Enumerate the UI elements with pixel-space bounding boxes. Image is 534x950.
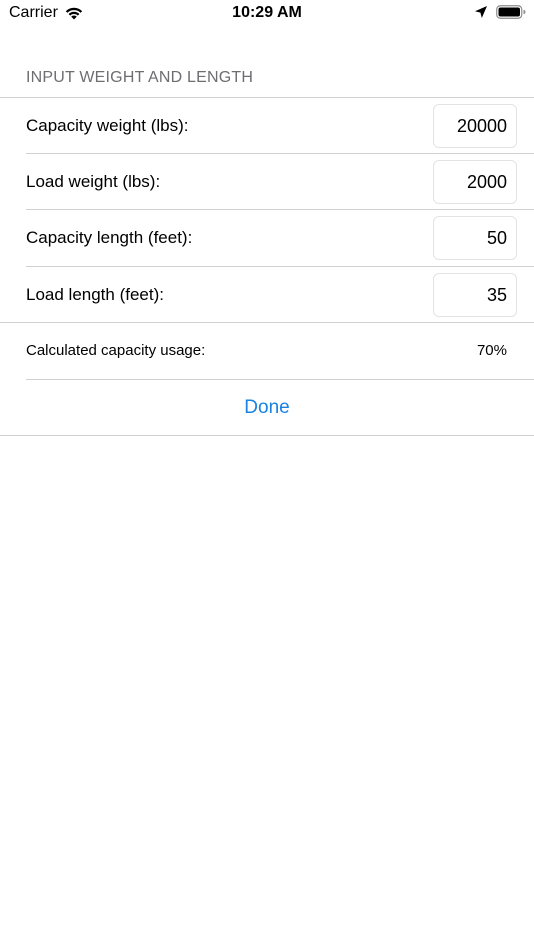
- status-bar: Carrier 10:29 AM: [0, 0, 534, 30]
- status-time: 10:29 AM: [232, 4, 302, 21]
- load-weight-input[interactable]: [433, 160, 517, 204]
- load-length-label: Load length (feet):: [26, 285, 164, 304]
- capacity-length-input[interactable]: [433, 216, 517, 260]
- capacity-usage-label: Calculated capacity usage:: [26, 342, 206, 359]
- load-length-input[interactable]: [433, 273, 517, 317]
- load-weight-label: Load weight (lbs):: [26, 172, 161, 191]
- capacity-usage-value: 70%: [476, 342, 507, 359]
- capacity-length-label: Capacity length (feet):: [26, 228, 193, 247]
- capacity-length-row: Capacity length (feet):: [0, 210, 534, 266]
- location-icon: [475, 6, 487, 18]
- done-button[interactable]: Done: [0, 380, 534, 436]
- calculator-screen: Carrier 10:29 AM INPUT WEIGHT AND LENGTH…: [0, 0, 534, 950]
- capacity-weight-row: Capacity weight (lbs):: [0, 98, 534, 154]
- load-length-row: Load length (feet):: [0, 267, 534, 323]
- load-weight-row: Load weight (lbs):: [0, 154, 534, 210]
- capacity-usage-row: Calculated capacity usage: 70%: [0, 323, 534, 379]
- status-indicators: [474, 5, 526, 19]
- section-header: INPUT WEIGHT AND LENGTH: [26, 69, 254, 86]
- divider: [0, 435, 534, 436]
- battery-icon: [496, 5, 526, 19]
- capacity-weight-input[interactable]: [433, 104, 517, 148]
- capacity-weight-label: Capacity weight (lbs):: [26, 116, 189, 135]
